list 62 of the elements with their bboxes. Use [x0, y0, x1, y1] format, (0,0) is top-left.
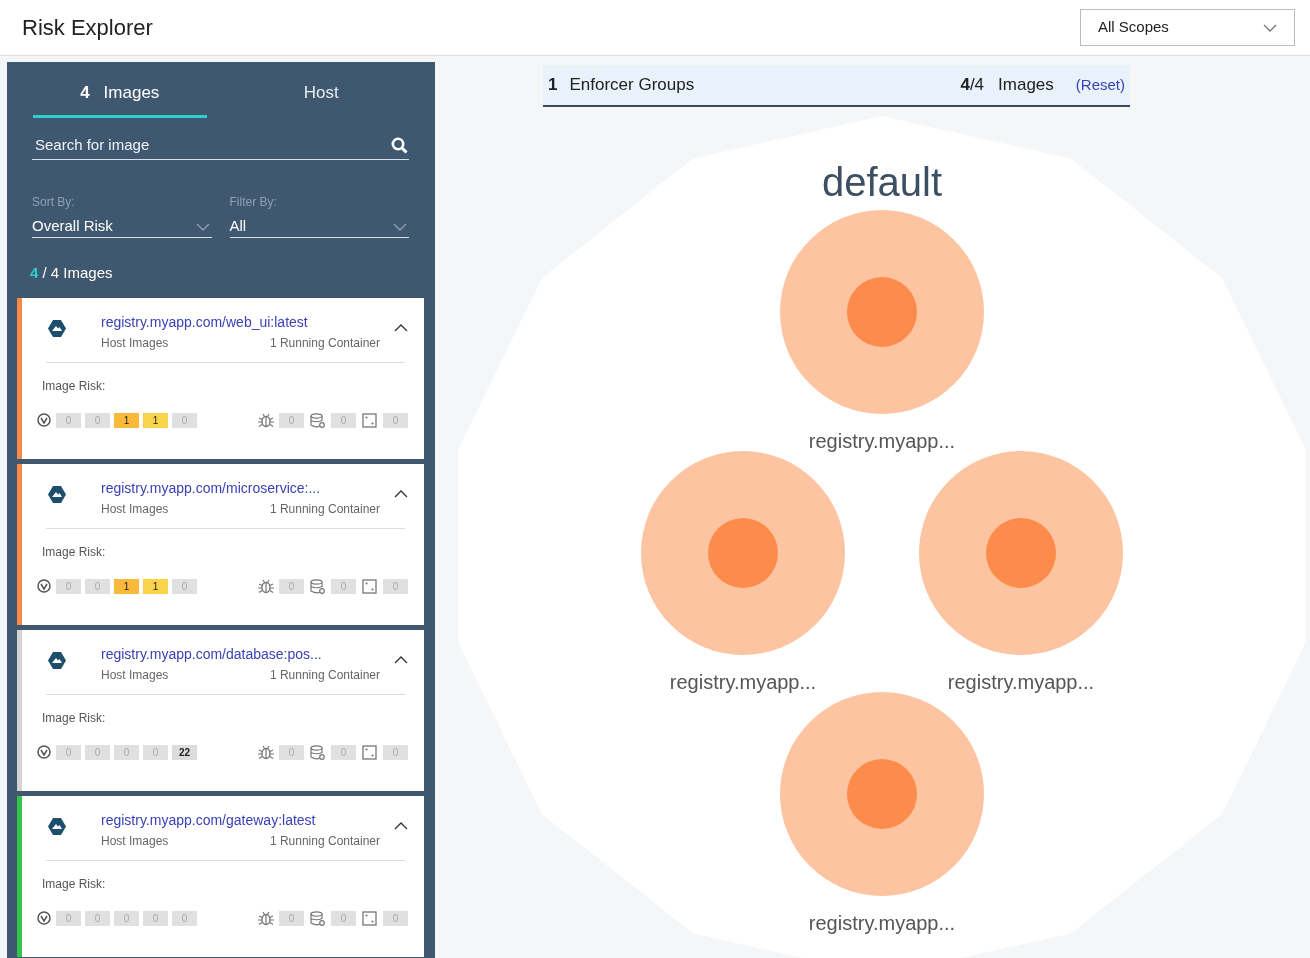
chevron-down-icon [195, 222, 210, 231]
image-node[interactable] [918, 450, 1124, 656]
running-containers: 1 Running Container [269, 831, 380, 850]
image-name-link[interactable]: registry.myapp.com/microservice:... [101, 477, 380, 498]
image-name-link[interactable]: registry.myapp.com/database:pos... [101, 643, 380, 664]
count-badge: 22 [172, 744, 197, 760]
chevron-down-icon [393, 222, 407, 231]
count-badge: 1 [143, 578, 168, 594]
tab[interactable]: 4 Images [33, 80, 207, 118]
node-label: registry.myapp... [947, 670, 1095, 695]
hexagon-logo-icon [48, 319, 66, 337]
database-icon [310, 744, 325, 760]
dice-icon [362, 744, 377, 760]
image-risk-label: Image Risk: [42, 875, 107, 893]
count-badge: 1 [114, 412, 139, 428]
image-risk-label: Image Risk: [42, 543, 107, 561]
group-name: default [820, 159, 944, 206]
bug-icon [258, 910, 274, 926]
dice-icon [362, 910, 377, 926]
bug-icon [258, 744, 274, 760]
running-containers: 1 Running Container [269, 333, 380, 352]
image-type: Host Images [101, 666, 169, 684]
image-risk-label: Image Risk: [42, 377, 107, 395]
dropdown[interactable]: All [229, 216, 409, 238]
count-badge: 1 [143, 412, 168, 428]
search-field[interactable]: Search for image [35, 134, 335, 157]
hexagon-logo-icon [48, 817, 66, 835]
node-label: registry.myapp... [808, 911, 956, 936]
reset-link[interactable]: (Reset) [1075, 73, 1125, 97]
database-icon [310, 910, 325, 926]
running-containers: 1 Running Container [269, 665, 380, 684]
image-type: Host Images [101, 334, 169, 352]
hexagon-logo-icon [48, 485, 66, 503]
image-name-link[interactable]: registry.myapp.com/web_ui:latest [101, 311, 380, 332]
dropdown-label: Sort By: [32, 194, 76, 211]
search-icon[interactable] [391, 137, 408, 154]
node-label: registry.myapp... [669, 670, 817, 695]
database-icon [310, 412, 325, 428]
image-count: 4 / 4 Images [30, 263, 114, 283]
image-node[interactable] [779, 209, 985, 415]
tab[interactable]: Host [234, 80, 408, 118]
dice-icon [362, 578, 377, 594]
hexagon-logo-icon [48, 651, 66, 669]
count-badge: 1 [114, 578, 139, 594]
running-containers: 1 Running Container [269, 499, 380, 518]
dropdown[interactable]: Overall Risk [32, 216, 212, 238]
image-node[interactable] [640, 450, 846, 656]
image-type: Host Images [101, 832, 169, 850]
image-type: Host Images [101, 500, 169, 518]
bug-icon [258, 412, 274, 428]
dropdown-label: Filter By: [229, 194, 278, 211]
image-node[interactable] [779, 691, 985, 897]
scope-dropdown[interactable]: All Scopes [1080, 9, 1295, 46]
image-risk-label: Image Risk: [42, 709, 107, 727]
page-title: Risk Explorer [22, 14, 153, 42]
dice-icon [362, 412, 377, 428]
database-icon [310, 578, 325, 594]
image-name-link[interactable]: registry.myapp.com/gateway:latest [101, 809, 380, 830]
node-label: registry.myapp... [808, 429, 956, 454]
summary-bar: 1 Enforcer Groups 4/4 Images (Reset) [543, 65, 1130, 107]
bug-icon [258, 578, 274, 594]
chevron-down-icon [1263, 23, 1277, 32]
